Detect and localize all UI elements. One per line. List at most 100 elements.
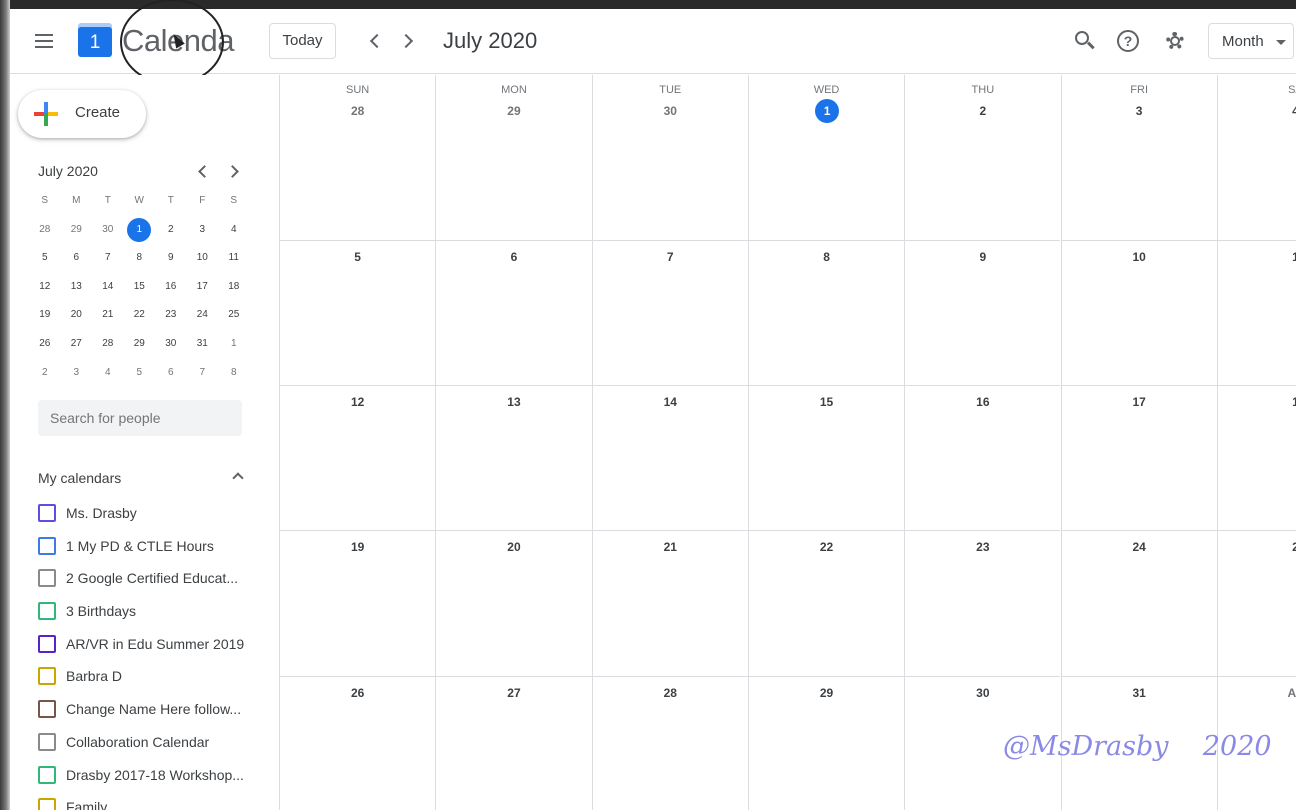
day-number[interactable]: 28 [593, 686, 748, 700]
day-number[interactable]: 5 [280, 250, 435, 264]
help-icon[interactable]: ? [1117, 30, 1139, 52]
search-icon[interactable] [1072, 28, 1098, 54]
calendar-checkbox[interactable] [38, 536, 56, 555]
month-day-cell[interactable]: TUE 30 [591, 75, 748, 241]
calendar-list-item[interactable]: 2 Google Certified Educat... [38, 562, 268, 595]
mini-calendar-next-icon[interactable] [223, 161, 243, 181]
day-number[interactable]: 9 [905, 250, 1060, 264]
day-number[interactable]: 19 [280, 540, 435, 554]
month-day-cell[interactable]: FRI 3 [1060, 75, 1217, 241]
mini-day[interactable]: 9 [155, 244, 187, 273]
mini-day[interactable]: 13 [61, 273, 93, 302]
main-menu-icon[interactable] [32, 29, 56, 53]
month-day-cell[interactable]: 21 [591, 531, 748, 677]
mini-day[interactable]: 8 [124, 244, 156, 273]
day-number[interactable]: 29 [436, 104, 591, 118]
mini-day[interactable]: 8 [218, 359, 250, 388]
calendar-checkbox[interactable] [38, 765, 56, 784]
mini-day[interactable]: 2 [29, 359, 61, 388]
calendar-list-item[interactable]: Ms. Drasby [38, 497, 268, 530]
create-button[interactable]: Create [18, 90, 146, 138]
mini-day[interactable]: 23 [155, 301, 187, 330]
search-people-input[interactable] [38, 400, 242, 436]
day-number[interactable]: 1 [1218, 395, 1296, 409]
day-number[interactable]: 3 [1062, 104, 1217, 118]
next-period-icon[interactable] [395, 29, 419, 53]
mini-day[interactable]: 30 [92, 216, 124, 245]
calendar-checkbox[interactable] [38, 732, 56, 751]
mini-day[interactable]: 29 [124, 330, 156, 359]
month-day-cell[interactable]: 26 [279, 676, 435, 810]
today-date-badge[interactable]: 1 [815, 99, 840, 123]
day-number[interactable]: 27 [436, 686, 591, 700]
day-number[interactable]: Au [1218, 686, 1296, 700]
my-calendars-header[interactable]: My calendars [38, 469, 248, 489]
mini-day[interactable]: 20 [61, 301, 93, 330]
day-number[interactable]: 26 [280, 686, 435, 700]
month-day-cell[interactable]: 17 [1060, 386, 1217, 532]
day-number[interactable]: 21 [593, 540, 748, 554]
mini-day[interactable]: 1 [218, 330, 250, 359]
month-day-cell[interactable]: 13 [435, 386, 592, 532]
day-number[interactable]: 16 [905, 395, 1060, 409]
mini-day[interactable]: 7 [187, 359, 219, 388]
previous-period-icon[interactable] [362, 29, 386, 53]
mini-day[interactable]: 24 [187, 301, 219, 330]
mini-day[interactable]: 11 [218, 244, 250, 273]
month-day-cell[interactable]: 22 [747, 531, 905, 677]
mini-day[interactable]: 18 [218, 273, 250, 302]
mini-day[interactable]: 6 [61, 244, 93, 273]
mini-day[interactable]: 14 [92, 273, 124, 302]
mini-calendar-prev-icon[interactable] [192, 161, 212, 181]
day-number[interactable]: 24 [1062, 540, 1217, 554]
day-number[interactable]: 30 [593, 104, 748, 118]
day-number[interactable]: 14 [593, 395, 748, 409]
mini-day[interactable]: 26 [29, 330, 61, 359]
month-day-cell[interactable]: 6 [435, 241, 592, 387]
month-day-cell[interactable]: WED 1 [747, 75, 905, 241]
month-day-cell[interactable]: 8 [747, 241, 905, 387]
day-number[interactable]: 31 [1062, 686, 1217, 700]
mini-day[interactable]: 15 [124, 273, 156, 302]
mini-day[interactable]: 19 [29, 301, 61, 330]
settings-gear-icon[interactable] [1162, 28, 1188, 54]
month-day-cell[interactable]: 1 [1216, 386, 1296, 532]
day-number[interactable]: 7 [593, 250, 748, 264]
month-day-cell[interactable]: 12 [279, 386, 436, 532]
mini-day[interactable]: 12 [29, 273, 61, 302]
month-day-cell[interactable]: 27 [435, 676, 591, 810]
calendar-list-item[interactable]: AR/VR in Edu Summer 2019 [38, 628, 268, 661]
mini-day[interactable]: 2 [155, 216, 187, 245]
month-day-cell[interactable]: 10 [1060, 241, 1217, 387]
calendar-list-item[interactable]: Barbra D [38, 660, 268, 693]
mini-day[interactable]: 3 [61, 359, 93, 388]
calendar-checkbox[interactable] [38, 602, 56, 621]
day-number[interactable]: 28 [280, 104, 435, 118]
month-day-cell[interactable]: 5 [279, 241, 436, 387]
calendar-list-item[interactable]: Drasby 2017-18 Workshop... [38, 759, 268, 792]
mini-day[interactable]: 21 [92, 301, 124, 330]
day-number[interactable]: 2 [905, 104, 1060, 118]
month-day-cell[interactable]: SA 4 [1216, 75, 1296, 241]
month-day-cell[interactable]: 20 [435, 531, 592, 677]
day-number[interactable]: 6 [436, 250, 591, 264]
mini-day[interactable]: 28 [29, 216, 61, 245]
calendar-checkbox[interactable] [38, 504, 56, 522]
month-day-cell[interactable]: 14 [591, 386, 748, 532]
mini-day[interactable]: 4 [218, 216, 250, 245]
day-number[interactable]: 17 [1062, 395, 1217, 409]
view-selector[interactable]: Month [1208, 23, 1294, 59]
calendar-checkbox[interactable] [38, 634, 56, 653]
month-day-cell[interactable]: 24 [1060, 531, 1217, 677]
calendar-list-item[interactable]: 1 My PD & CTLE Hours [38, 530, 268, 563]
day-number[interactable]: 15 [749, 395, 904, 409]
calendar-checkbox[interactable] [38, 569, 56, 588]
mini-day[interactable]: 5 [124, 359, 156, 388]
mini-day[interactable]: 22 [124, 301, 156, 330]
calendar-list-item[interactable]: Change Name Here follow... [38, 693, 268, 726]
mini-day[interactable]: 27 [61, 330, 93, 359]
month-day-cell[interactable]: 29 [747, 676, 904, 810]
mini-day[interactable]: 10 [187, 244, 219, 273]
mini-day[interactable]: 6 [155, 359, 187, 388]
day-number[interactable]: 30 [905, 686, 1060, 700]
